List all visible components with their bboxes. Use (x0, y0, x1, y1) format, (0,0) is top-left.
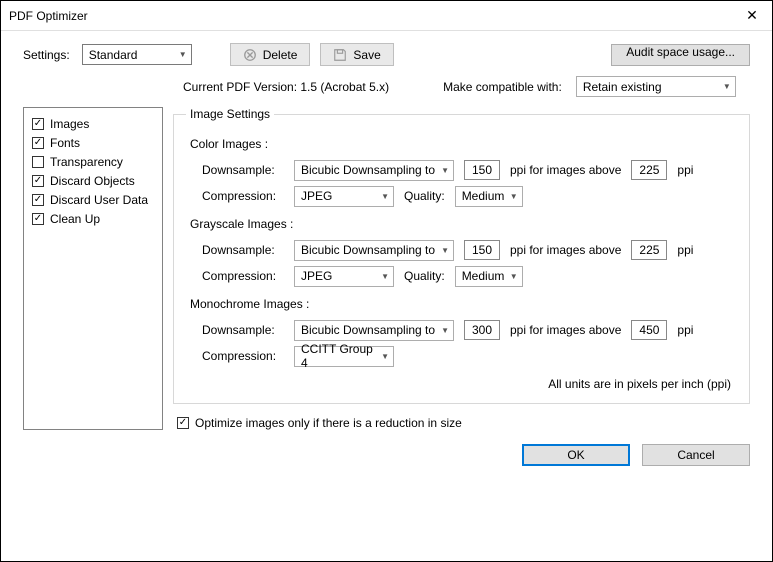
gray-above-input[interactable] (631, 240, 667, 260)
optimize-label: Optimize images only if there is a reduc… (195, 416, 462, 430)
titlebar: PDF Optimizer ✕ (1, 1, 772, 31)
compression-label: Compression: (202, 269, 284, 283)
mono-ppi-input[interactable] (464, 320, 500, 340)
optimize-checkbox[interactable]: ✓ (177, 417, 189, 429)
mono-compression-dropdown[interactable]: CCITT Group 4▼ (294, 346, 394, 367)
color-ppi-input[interactable] (464, 160, 500, 180)
delete-label: Delete (263, 48, 298, 62)
close-button[interactable]: ✕ (732, 1, 772, 31)
checkbox[interactable]: ✓ (32, 213, 44, 225)
settings-panel: Image Settings Color Images : Downsample… (173, 107, 750, 430)
color-compression-dropdown[interactable]: JPEG▼ (294, 186, 394, 207)
downsample-label: Downsample: (202, 163, 284, 177)
compat-dropdown[interactable]: Retain existing ▼ (576, 76, 736, 97)
units-note: All units are in pixels per inch (ppi) (186, 377, 731, 391)
save-icon (333, 48, 347, 62)
ppi-label: ppi (677, 243, 693, 257)
chevron-down-icon: ▼ (381, 192, 389, 201)
sidebar-item-clean-up[interactable]: ✓Clean Up (32, 209, 154, 228)
group-legend: Image Settings (186, 107, 274, 121)
category-sidebar: ✓Images ✓Fonts Transparency ✓Discard Obj… (23, 107, 163, 430)
version-row: Current PDF Version: 1.5 (Acrobat 5.x) M… (1, 74, 772, 107)
gray-downsample-dropdown[interactable]: Bicubic Downsampling to▼ (294, 240, 454, 261)
downsample-label: Downsample: (202, 243, 284, 257)
checkbox[interactable]: ✓ (32, 175, 44, 187)
chevron-down-icon: ▼ (179, 50, 187, 59)
gray-ppi-input[interactable] (464, 240, 500, 260)
gray-quality-dropdown[interactable]: Medium▼ (455, 266, 523, 287)
image-settings-group: Image Settings Color Images : Downsample… (173, 107, 750, 404)
quality-label: Quality: (404, 189, 445, 203)
current-version-label: Current PDF Version: 1.5 (Acrobat 5.x) (183, 80, 389, 94)
mono-downsample-dropdown[interactable]: Bicubic Downsampling to▼ (294, 320, 454, 341)
chevron-down-icon: ▼ (441, 246, 449, 255)
ppi-label: ppi (677, 163, 693, 177)
sidebar-item-images[interactable]: ✓Images (32, 114, 154, 133)
chevron-down-icon: ▼ (441, 326, 449, 335)
checkbox[interactable]: ✓ (32, 118, 44, 130)
settings-dropdown[interactable]: Standard ▼ (82, 44, 192, 65)
mono-header: Monochrome Images : (190, 297, 737, 311)
checkbox[interactable]: ✓ (32, 137, 44, 149)
checkbox[interactable] (32, 156, 44, 168)
checkbox[interactable]: ✓ (32, 194, 44, 206)
settings-label: Settings: (23, 48, 70, 62)
color-downsample-dropdown[interactable]: Bicubic Downsampling to▼ (294, 160, 454, 181)
compression-label: Compression: (202, 189, 284, 203)
sidebar-item-fonts[interactable]: ✓Fonts (32, 133, 154, 152)
chevron-down-icon: ▼ (381, 352, 389, 361)
delete-button[interactable]: Delete (230, 43, 311, 66)
toolbar: Settings: Standard ▼ Delete Save Audit s… (1, 31, 772, 74)
gray-header: Grayscale Images : (190, 217, 737, 231)
ok-button[interactable]: OK (522, 444, 630, 466)
sidebar-item-discard-user-data[interactable]: ✓Discard User Data (32, 190, 154, 209)
ppi-label: ppi (677, 323, 693, 337)
chevron-down-icon: ▼ (441, 166, 449, 175)
delete-icon (243, 48, 257, 62)
cancel-button[interactable]: Cancel (642, 444, 750, 466)
audit-button[interactable]: Audit space usage... (611, 44, 750, 66)
mono-above-input[interactable] (631, 320, 667, 340)
window-title: PDF Optimizer (9, 9, 732, 23)
compression-label: Compression: (202, 349, 284, 363)
above-label: ppi for images above (510, 323, 621, 337)
downsample-label: Downsample: (202, 323, 284, 337)
above-label: ppi for images above (510, 163, 621, 177)
chevron-down-icon: ▼ (510, 272, 518, 281)
chevron-down-icon: ▼ (381, 272, 389, 281)
chevron-down-icon: ▼ (723, 82, 731, 91)
above-label: ppi for images above (510, 243, 621, 257)
color-header: Color Images : (190, 137, 737, 151)
dialog-footer: OK Cancel (1, 430, 772, 480)
gray-compression-dropdown[interactable]: JPEG▼ (294, 266, 394, 287)
color-quality-dropdown[interactable]: Medium▼ (455, 186, 523, 207)
sidebar-item-transparency[interactable]: Transparency (32, 152, 154, 171)
color-above-input[interactable] (631, 160, 667, 180)
optimize-row[interactable]: ✓ Optimize images only if there is a red… (177, 416, 750, 430)
compat-value: Retain existing (583, 80, 662, 94)
quality-label: Quality: (404, 269, 445, 283)
chevron-down-icon: ▼ (510, 192, 518, 201)
settings-value: Standard (89, 48, 138, 62)
sidebar-item-discard-objects[interactable]: ✓Discard Objects (32, 171, 154, 190)
save-button[interactable]: Save (320, 43, 393, 66)
save-label: Save (353, 48, 380, 62)
compat-label: Make compatible with: (443, 80, 562, 94)
